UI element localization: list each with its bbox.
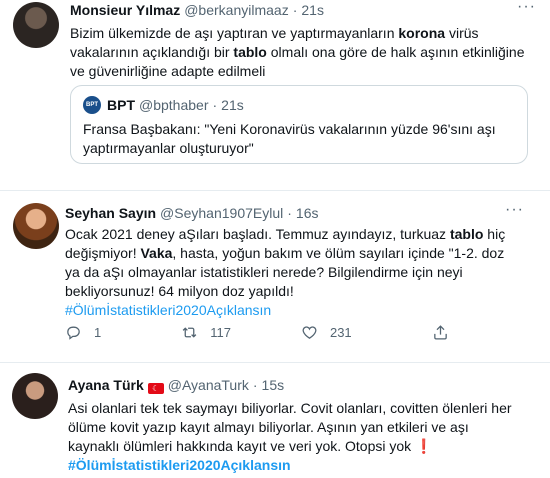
retweet-icon: [182, 327, 197, 338]
avatar[interactable]: [13, 2, 59, 48]
separator-dot: ·: [252, 377, 258, 393]
text-segment-bold: Vaka: [140, 245, 173, 261]
separator-dot: ·: [292, 2, 298, 18]
quote-text: Fransa Başbakanı: "Yeni Koronavirüs vaka…: [83, 121, 496, 156]
tweet-text: Ocak 2021 deney aŞıları başladı. Temmuz …: [65, 225, 515, 320]
tweet-3[interactable]: Ayana Türk ☾ @AyanaTurk · 15s Asi olanla…: [0, 363, 550, 478]
separator-dot: ·: [287, 205, 292, 221]
author-name[interactable]: Ayana Türk: [68, 377, 144, 393]
hashtag-link[interactable]: #Ölümİstatistikleri2020Açıklansın: [68, 457, 291, 473]
reply-button[interactable]: 1: [65, 324, 101, 341]
quoted-tweet[interactable]: BPT BPT @bpthaber · 21s Fransa Başbakanı…: [70, 85, 528, 164]
retweet-button[interactable]: 117: [181, 324, 231, 341]
retweet-count: 117: [210, 325, 231, 340]
more-icon[interactable]: ···: [517, 0, 536, 16]
timestamp[interactable]: 16s: [296, 205, 319, 221]
quote-avatar: BPT: [83, 96, 101, 114]
tweet-feed: Monsieur Yılmaz @berkanyilmaaz · 21s ···…: [0, 0, 550, 478]
quote-author-handle: @bpthaber: [139, 97, 209, 113]
action-bar: 1 117 231: [65, 324, 449, 341]
hashtag-link[interactable]: #Ölümİstatistikleri2020Açıklansın: [65, 302, 271, 318]
like-icon: [302, 326, 317, 339]
text-segment: Bizim ülkemizde de aşı yaptıran ve yaptı…: [70, 25, 399, 41]
quote-timestamp: 21s: [221, 97, 244, 113]
text-segment-bold: korona: [398, 25, 446, 41]
tweet-2[interactable]: Seyhan Sayın @Seyhan1907Eylul · 16s ··· …: [0, 191, 550, 351]
text-segment: Asi olanlari tek tek saymayı biliyorlar.…: [68, 400, 512, 454]
text-segment-bold: tablo: [233, 44, 267, 60]
separator-dot: ·: [212, 97, 218, 113]
exclamation-icon: ❗: [415, 438, 433, 454]
reply-count: 1: [94, 325, 102, 340]
author-handle[interactable]: @berkanyilmaaz: [184, 2, 288, 18]
tweet-text: Asi olanlari tek tek saymayı biliyorlar.…: [68, 399, 518, 475]
like-count: 231: [329, 325, 352, 340]
text-segment: Ocak 2021 deney aŞıları başladı. Temmuz …: [65, 226, 450, 242]
share-button[interactable]: [432, 324, 449, 341]
timestamp[interactable]: 21s: [301, 2, 324, 18]
like-button[interactable]: 231: [301, 324, 352, 341]
tweet-1[interactable]: Monsieur Yılmaz @berkanyilmaaz · 21s ···…: [0, 0, 550, 180]
quote-author-name: BPT: [107, 97, 135, 113]
author-handle[interactable]: @Seyhan1907Eylul: [160, 205, 283, 221]
share-icon: [433, 325, 447, 340]
avatar[interactable]: [13, 203, 59, 249]
text-segment-bold: tablo: [449, 226, 484, 242]
author-handle[interactable]: @AyanaTurk: [168, 377, 249, 393]
more-icon[interactable]: ···: [505, 201, 524, 219]
tweet-text: Bizim ülkemizde de aşı yaptıran ve yaptı…: [70, 24, 530, 81]
author-name[interactable]: Seyhan Sayın: [65, 205, 156, 221]
author-name[interactable]: Monsieur Yılmaz: [70, 2, 180, 18]
avatar[interactable]: [12, 373, 58, 419]
reply-icon: [67, 326, 80, 340]
flag-icon: ☾: [147, 383, 164, 394]
timestamp[interactable]: 15s: [262, 377, 285, 393]
